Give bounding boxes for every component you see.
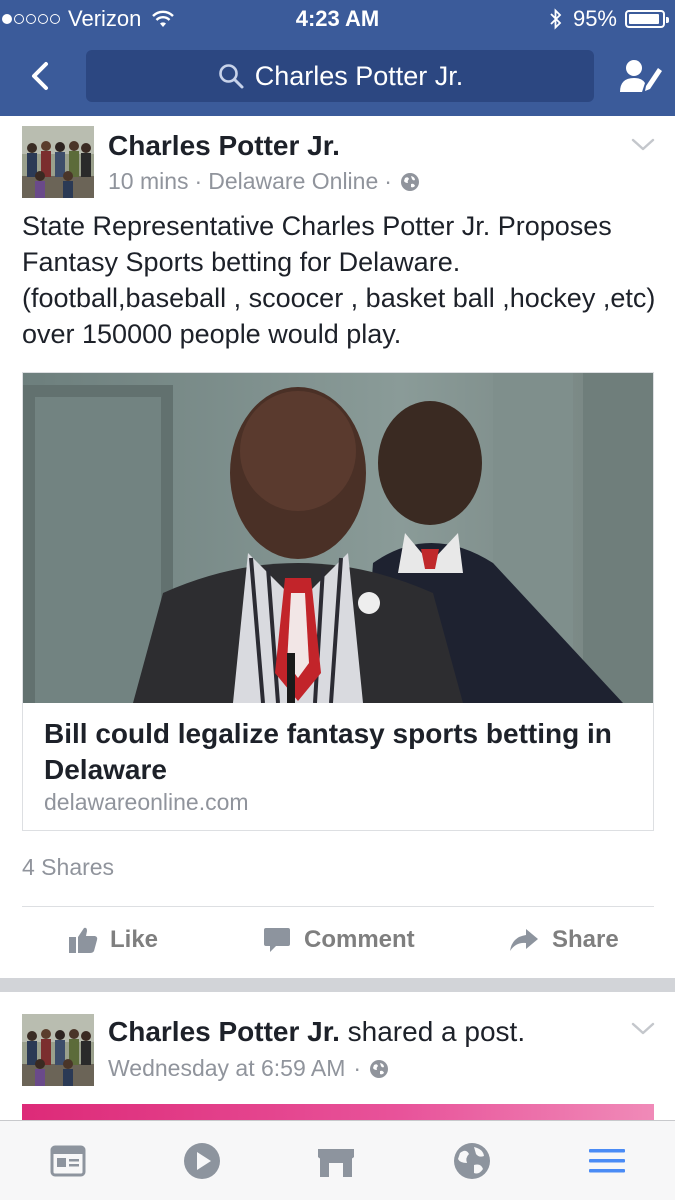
meta-separator: · <box>194 168 203 194</box>
feed-post: Charles Potter Jr. shared a post. Wednes… <box>0 992 675 1120</box>
video-icon[interactable] <box>180 1139 224 1183</box>
avatar[interactable] <box>22 126 94 198</box>
bottom-tab-bar <box>0 1120 675 1200</box>
status-right: 95% <box>549 6 669 32</box>
avatar[interactable] <box>22 1014 94 1086</box>
post-meta: 10 mins · Delaware Online · <box>108 168 420 195</box>
shared-post-image[interactable] <box>22 1104 654 1120</box>
public-globe-icon <box>400 172 419 191</box>
battery-percent: 95% <box>572 6 617 31</box>
link-preview-card[interactable]: Bill could legalize fantasy sports betti… <box>22 372 654 831</box>
shared-text: shared a post. <box>339 1016 526 1047</box>
group-photo-image <box>22 126 94 198</box>
post-time[interactable]: Wednesday at 6:59 AM <box>108 1055 345 1082</box>
comment-button[interactable]: Comment <box>262 926 415 954</box>
post-actions: Like Comment Share <box>0 916 675 976</box>
post-source[interactable]: Delaware Online <box>208 168 378 195</box>
chevron-down-icon[interactable] <box>630 1020 656 1038</box>
comment-bubble-icon <box>264 928 290 952</box>
feed-separator <box>0 978 675 992</box>
like-button[interactable]: Like <box>68 926 158 954</box>
share-label: Share <box>552 926 619 953</box>
chevron-down-icon[interactable] <box>630 136 656 154</box>
search-query: Charles Potter Jr. <box>254 60 464 91</box>
battery-icon <box>625 10 669 28</box>
chevron-left-icon[interactable] <box>22 56 62 96</box>
bluetooth-icon <box>550 8 562 30</box>
post-author[interactable]: Charles Potter Jr. <box>108 130 340 162</box>
status-bar: Verizon 4:23 AM 95% <box>0 0 675 38</box>
like-label: Like <box>110 926 159 953</box>
post-meta: Wednesday at 6:59 AM · <box>108 1055 389 1082</box>
share-button[interactable]: Share <box>508 926 619 954</box>
person-edit-icon[interactable] <box>618 56 664 96</box>
search-icon <box>218 64 244 89</box>
nav-row: Charles Potter Jr. <box>0 48 675 106</box>
post-time[interactable]: 10 mins <box>108 168 189 195</box>
globe-icon[interactable] <box>450 1139 494 1183</box>
thumbs-up-icon <box>69 927 98 953</box>
facebook-app: Verizon 4:23 AM 95% Charles Potter Jr. C… <box>0 0 675 1200</box>
comment-label: Comment <box>304 926 415 953</box>
public-globe-icon <box>370 1059 389 1078</box>
post-text: State Representative Charles Potter Jr. … <box>22 211 656 349</box>
top-header: Verizon 4:23 AM 95% Charles Potter Jr. <box>0 0 675 116</box>
shares-count[interactable]: 4 Shares <box>22 854 114 881</box>
post-author-line: Charles Potter Jr. shared a post. <box>108 1016 525 1048</box>
link-domain: delawareonline.com <box>44 789 249 815</box>
article-photo-image <box>23 373 653 703</box>
link-preview-image <box>23 373 653 703</box>
search-input[interactable]: Charles Potter Jr. <box>86 50 594 102</box>
battery-fill <box>629 14 660 24</box>
divider <box>22 906 654 907</box>
meta-separator: · <box>384 168 392 194</box>
news-feed-icon[interactable] <box>46 1139 90 1183</box>
marketplace-icon[interactable] <box>314 1139 358 1183</box>
link-title[interactable]: Bill could legalize fantasy sports betti… <box>44 716 644 788</box>
menu-icon[interactable] <box>585 1139 629 1183</box>
meta-separator: · <box>353 1055 362 1081</box>
post-author[interactable]: Charles Potter Jr. <box>108 1016 340 1047</box>
feed-post: Charles Potter Jr. 10 mins · Delaware On… <box>0 116 675 978</box>
share-arrow-icon <box>510 929 538 951</box>
group-photo-image <box>22 1014 94 1086</box>
